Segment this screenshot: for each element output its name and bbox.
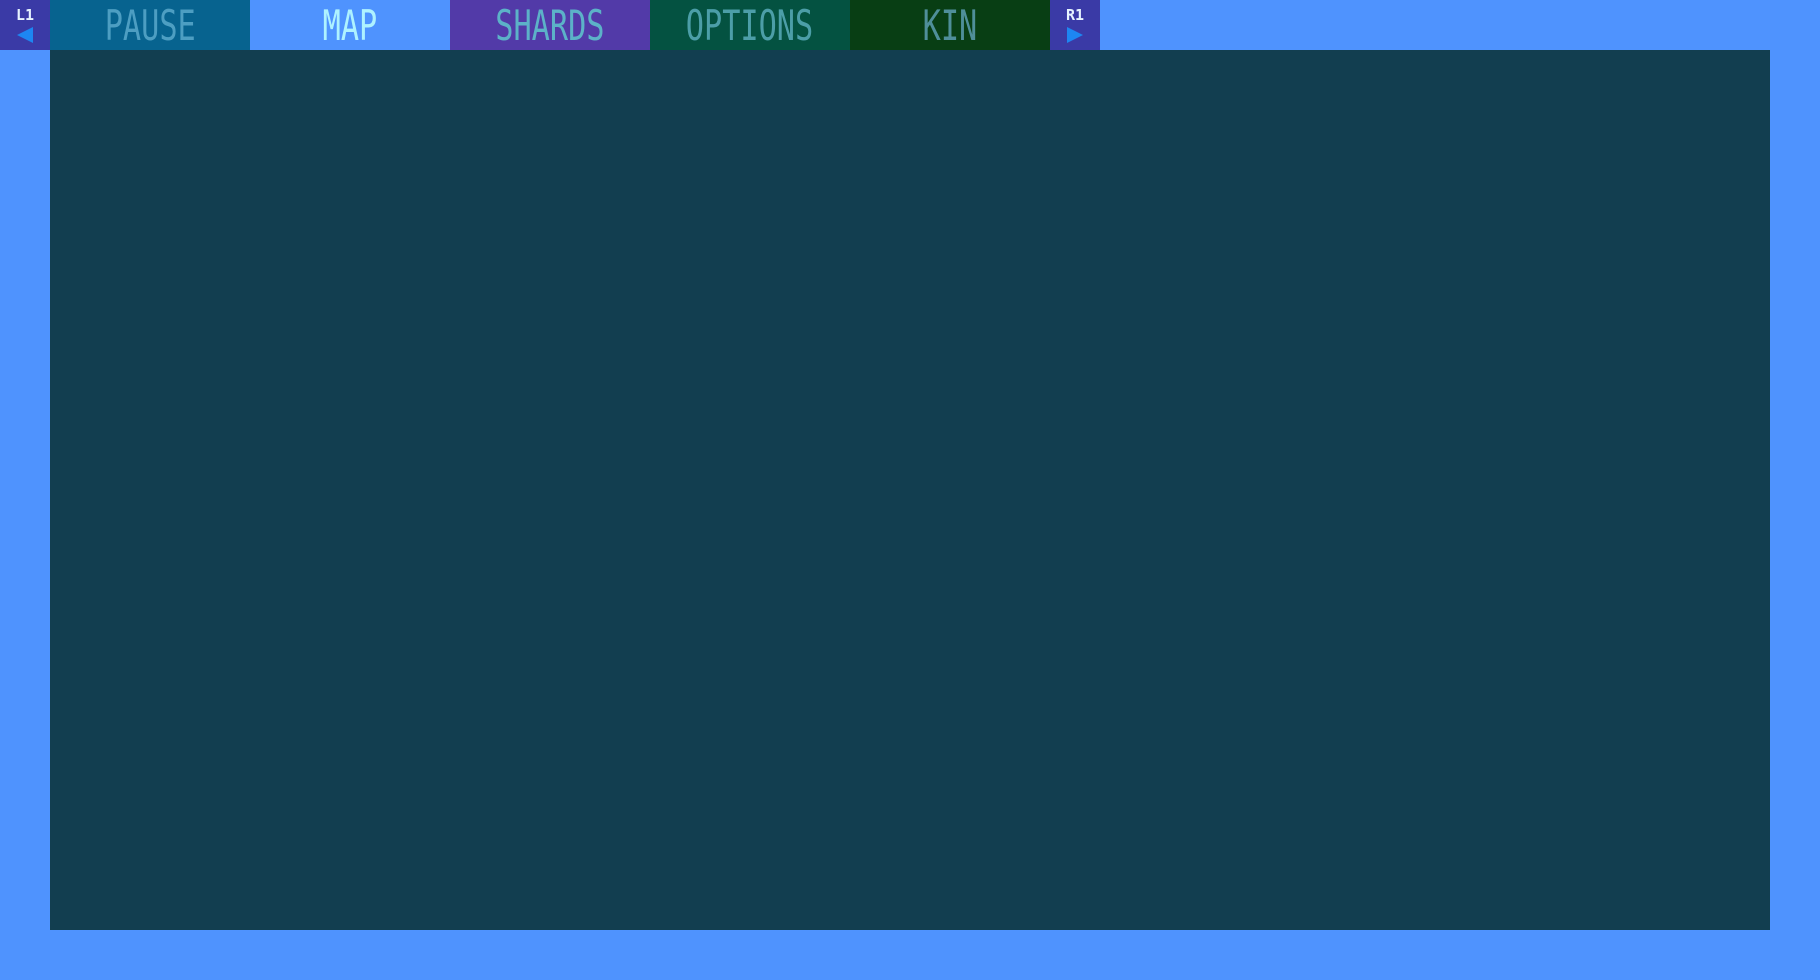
tab-pause[interactable]: PAUSE — [50, 0, 250, 50]
right-arrow-icon — [1067, 26, 1083, 43]
previous-tab-button[interactable]: L1 — [0, 0, 50, 50]
map-panel[interactable] — [50, 50, 1770, 930]
tab-shards[interactable]: SHARDS — [450, 0, 650, 50]
tab-options-label: OPTIONS — [686, 0, 814, 50]
tab-map-label: MAP — [322, 0, 378, 50]
l1-button-label: L1 — [15, 5, 35, 24]
tab-shards-label: SHARDS — [495, 0, 605, 50]
menu-tab-bar: L1 PAUSE MAP SHARDS OPTIONS KIN R1 — [0, 0, 1100, 50]
tab-options[interactable]: OPTIONS — [650, 0, 850, 50]
game-menu-screen: L1 PAUSE MAP SHARDS OPTIONS KIN R1 — [0, 0, 1820, 980]
tab-map[interactable]: MAP — [250, 0, 450, 50]
tab-pause-label: PAUSE — [104, 0, 196, 50]
tab-kin-label: KIN — [922, 0, 978, 50]
left-arrow-icon — [17, 26, 33, 43]
next-tab-button[interactable]: R1 — [1050, 0, 1100, 50]
r1-button-label: R1 — [1065, 5, 1085, 24]
tab-kin[interactable]: KIN — [850, 0, 1050, 50]
